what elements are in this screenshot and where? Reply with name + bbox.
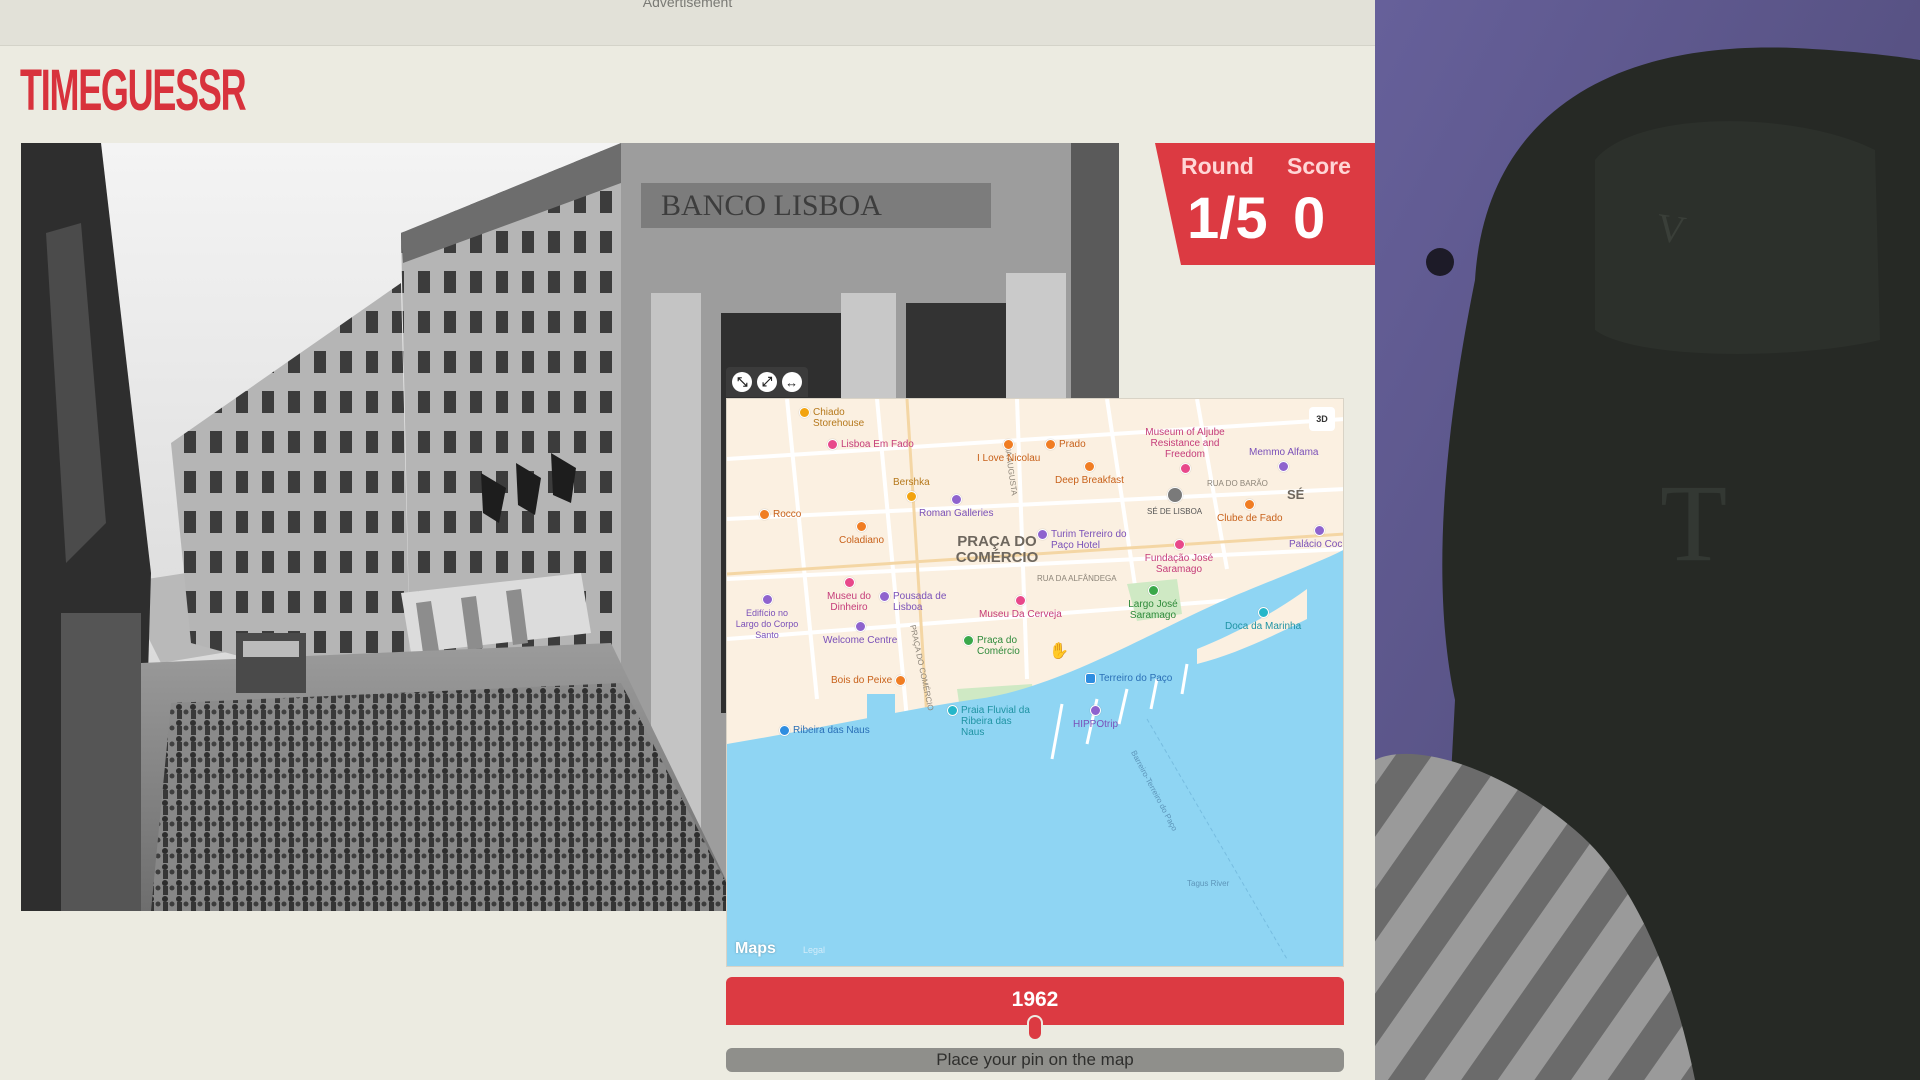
neighborhood-label: SÉ: [1287, 487, 1305, 502]
poi-marker-icon: [1014, 595, 1026, 606]
timeguessr-logo[interactable]: TIMEGUESSR: [20, 58, 247, 124]
webcam-overlay: V T: [1375, 0, 1920, 1080]
advertisement-bar: Advertisement: [0, 0, 1375, 46]
map-poi[interactable]: Welcome Centre: [823, 621, 897, 646]
street-label: RUA DA ALFÂNDEGA: [1037, 574, 1117, 583]
poi-marker-icon: [827, 439, 838, 450]
map-poi[interactable]: HIPPOtrip: [1073, 705, 1118, 730]
poi-marker-icon: [856, 521, 868, 532]
swap-icon[interactable]: ↔: [781, 372, 802, 392]
poi-marker-icon: [1244, 499, 1256, 510]
score-value: 0: [1293, 186, 1326, 251]
map-poi[interactable]: Doca da Marinha: [1225, 607, 1301, 632]
map-poi[interactable]: Turim Terreiro do Paço Hotel: [1037, 529, 1137, 551]
game-pane: Advertisement TIMEGUESSR BANCO LISBOA Ro…: [0, 0, 1375, 1080]
map-3d-button[interactable]: 3D: [1309, 407, 1335, 431]
poi-marker-icon: [1257, 607, 1269, 618]
river-label: Tagus River: [1187, 879, 1230, 888]
map-poi[interactable]: Prado: [1045, 439, 1086, 450]
poi-marker-icon: [905, 491, 917, 502]
poi-marker-icon: [1179, 463, 1191, 474]
poi-marker-icon: [1173, 539, 1185, 550]
map-poi[interactable]: Fundação José Saramago: [1139, 539, 1219, 575]
poi-marker-icon: [759, 509, 770, 520]
poi-marker-icon: [854, 621, 866, 632]
webcam-image: V T: [1375, 0, 1920, 1080]
map-poi[interactable]: Coladiano: [839, 521, 884, 546]
poi-marker-icon: [1003, 439, 1015, 450]
poi-marker-icon: [1045, 439, 1056, 450]
year-slider-handle[interactable]: [1027, 1015, 1043, 1041]
poi-marker-icon: [1085, 673, 1096, 684]
street-label: RUA DO BARÃO: [1207, 479, 1268, 488]
poi-marker-icon: [1037, 529, 1048, 540]
map-poi[interactable]: Chiado Storehouse: [799, 407, 889, 429]
poi-marker-icon: [963, 635, 974, 646]
hand-cursor-icon: ✋: [1049, 643, 1069, 660]
map-poi[interactable]: Pousada de Lisboa: [879, 591, 949, 613]
map-poi[interactable]: Museu do Dinheiro: [819, 577, 879, 613]
map-poi[interactable]: Bois do Peixe: [831, 675, 907, 686]
poi-marker-icon: [947, 705, 958, 716]
shrink-icon[interactable]: ⤢: [756, 372, 777, 392]
map-poi[interactable]: Praia Fluvial da Ribeira das Naus: [947, 705, 1037, 738]
round-label: Round: [1181, 153, 1254, 179]
advertisement-label: Advertisement: [642, 0, 733, 10]
poi-marker-icon: [1147, 585, 1159, 596]
map-poi[interactable]: SÉ DE LISBOA: [1147, 487, 1202, 517]
poi-marker-icon: [761, 594, 773, 605]
map-poi[interactable]: Museum of Aljube Resistance and Freedom: [1135, 427, 1235, 474]
poi-marker-icon: [1166, 487, 1183, 503]
poi-marker-icon: [799, 407, 810, 418]
score-label: Score: [1287, 153, 1351, 179]
map-poi[interactable]: Ribeira das Naus: [779, 725, 870, 736]
poi-marker-icon: [950, 494, 962, 505]
bank-sign-text: BANCO LISBOA: [661, 189, 882, 222]
place-pin-button[interactable]: Place your pin on the map: [726, 1048, 1344, 1072]
map-toolbar: ⤡ ⤢ ↔: [726, 367, 808, 397]
map-poi[interactable]: Palácio Cochi: [1289, 525, 1343, 550]
poi-marker-icon: [779, 725, 790, 736]
poi-marker-icon: [895, 675, 907, 686]
map-poi[interactable]: Deep Breakfast: [1055, 461, 1124, 486]
map-poi[interactable]: Roman Galleries: [919, 494, 993, 519]
map-poi[interactable]: Terreiro do Paço: [1085, 673, 1172, 684]
year-value: 1962: [1011, 988, 1059, 1011]
poi-marker-icon: [1278, 461, 1290, 472]
map-poi[interactable]: Largo José Saramago: [1123, 585, 1183, 621]
map-poi[interactable]: Lisboa Em Fado: [827, 439, 914, 450]
district-label: PRAÇA DO COMÉRCIO: [955, 533, 1039, 566]
poi-marker-icon: [1314, 525, 1326, 536]
poi-marker-icon: [1090, 705, 1101, 716]
poi-marker-icon: [879, 591, 890, 602]
maps-legal-link[interactable]: Legal: [803, 945, 825, 955]
poi-marker-icon: [843, 577, 855, 588]
map-poi[interactable]: Praça do Comércio: [963, 635, 1033, 657]
round-value: 1/5: [1187, 186, 1268, 251]
scoreboard: Round Score 1/5 0: [1155, 143, 1375, 265]
chair-monogram-icon: T: [1660, 462, 1727, 584]
map-poi[interactable]: I Love Nicolau: [977, 439, 1040, 464]
guess-map[interactable]: 3D PRAÇA DO COMÉRCIO SÉ RUA DA ALFÂNDEGA…: [726, 398, 1344, 967]
expand-icon[interactable]: ⤡: [732, 372, 753, 392]
apple-maps-brand: Maps: [735, 940, 776, 957]
map-poi[interactable]: Edifício no Largo do Corpo Santo: [735, 594, 799, 641]
map-poi[interactable]: Rocco: [759, 509, 801, 520]
map-poi[interactable]: Museu Da Cerveja: [979, 595, 1062, 620]
map-poi[interactable]: Memmo Alfama: [1249, 447, 1318, 472]
poi-marker-icon: [1083, 461, 1095, 472]
map-poi[interactable]: Clube de Fado: [1217, 499, 1283, 524]
